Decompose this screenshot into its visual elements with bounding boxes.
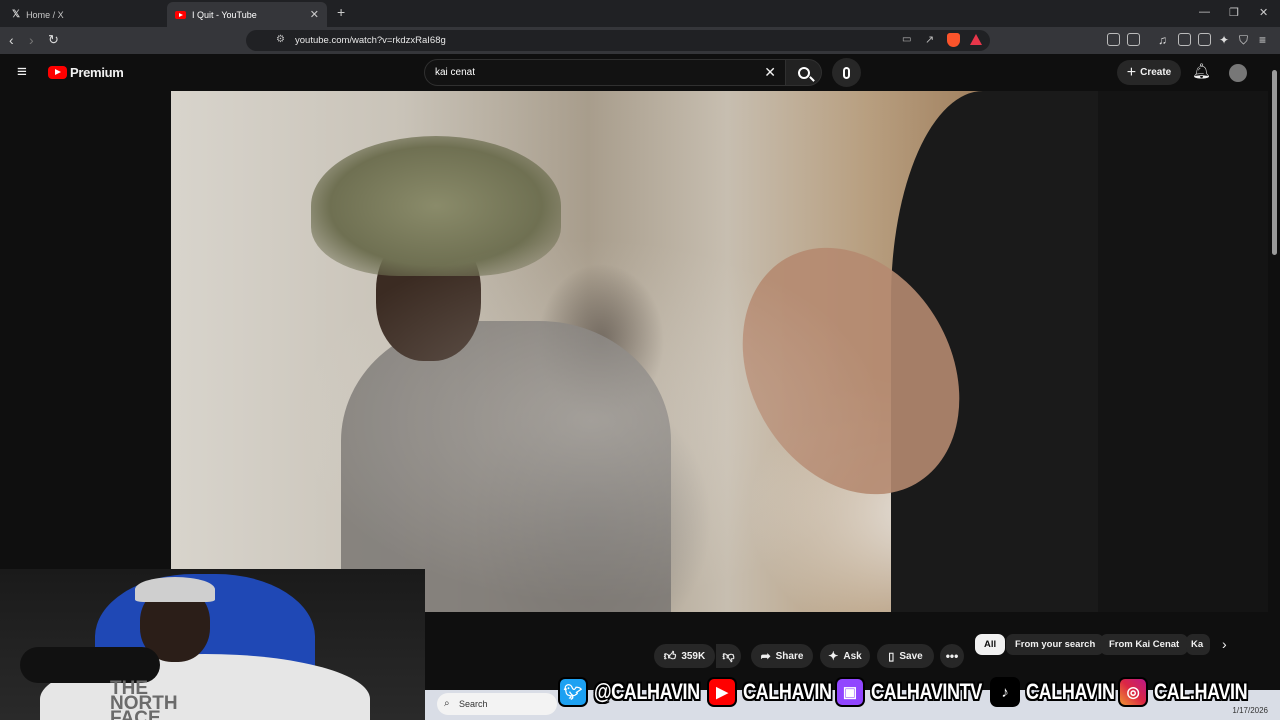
bookmark-add-icon: ▯ bbox=[888, 650, 895, 663]
twitter-handle: @CALHAVIN bbox=[594, 679, 700, 704]
taskbar-search-label: Search bbox=[459, 699, 488, 709]
minimize-icon[interactable]: — bbox=[1199, 6, 1210, 18]
chip-ka[interactable]: Ka bbox=[1186, 634, 1210, 655]
twitch-handle: CALHAVINTV bbox=[871, 679, 982, 704]
sparkle-icon: ✦ bbox=[828, 649, 839, 663]
menu-icon[interactable]: ≡ bbox=[1259, 33, 1266, 47]
taskbar-search[interactable]: ⌕ Search bbox=[437, 693, 557, 715]
search-input[interactable]: kai cenat ✕ bbox=[424, 59, 786, 86]
guide-menu-icon[interactable]: ≡ bbox=[17, 62, 27, 82]
share-button[interactable]: ➦ Share bbox=[751, 644, 813, 668]
voice-search-button[interactable] bbox=[832, 58, 861, 87]
youtube-icon bbox=[175, 10, 186, 19]
like-count: 359K bbox=[681, 650, 706, 662]
address-bar-row: ‹ › ↻ 🔖︎ ⚙ youtube.com/watch?v=rkdzxRaI6… bbox=[0, 27, 1280, 54]
sidebar-icon[interactable] bbox=[1178, 33, 1191, 46]
video-frame-steam bbox=[171, 91, 1098, 612]
tab-title: I Quit - YouTube bbox=[192, 9, 257, 20]
like-button[interactable]: 👍︎ 359K bbox=[654, 644, 715, 668]
youtube-play-icon bbox=[48, 66, 67, 79]
chip-from-your-search[interactable]: From your search bbox=[1006, 634, 1105, 655]
youtube-logo[interactable]: Premium bbox=[48, 65, 124, 80]
social-handles-overlay: 🐦︎ @CALHAVIN ▶ CALHAVIN ▣ CALHAVINTV ♪ C… bbox=[558, 674, 1280, 710]
search-query: kai cenat bbox=[435, 67, 476, 78]
taskbar-search-icon: ⌕ bbox=[444, 698, 450, 709]
wallet-icon[interactable] bbox=[1198, 33, 1211, 46]
share-label: Share bbox=[775, 650, 804, 662]
premium-label: Premium bbox=[70, 65, 124, 80]
tab-search-icon[interactable] bbox=[1127, 33, 1140, 46]
thumbs-down-icon: 👎︎ bbox=[722, 648, 735, 663]
instagram-icon: ◎ bbox=[1118, 677, 1149, 707]
share-page-icon[interactable]: ↗ bbox=[925, 33, 934, 46]
back-icon[interactable]: ‹ bbox=[9, 32, 14, 48]
ask-button[interactable]: ✦ Ask bbox=[820, 644, 870, 668]
search-button[interactable] bbox=[786, 59, 822, 86]
twitch-icon: ▣ bbox=[835, 677, 866, 707]
webcam-cap bbox=[135, 577, 215, 602]
youtube-handle: CALHAVIN bbox=[742, 679, 832, 704]
tab-home-x[interactable]: 𝕏 Home / X bbox=[4, 2, 166, 27]
restore-icon[interactable]: ❐ bbox=[1229, 6, 1239, 19]
video-player[interactable] bbox=[171, 91, 1098, 612]
create-label: Create bbox=[1140, 67, 1172, 78]
dislike-button[interactable]: 👎︎ bbox=[716, 644, 741, 668]
media-icon[interactable]: ♫ bbox=[1158, 33, 1167, 47]
youtube-header: ≡ Premium kai cenat ✕ + Create 🔔︎ bbox=[0, 54, 1280, 91]
reload-icon[interactable]: ↻ bbox=[48, 32, 59, 48]
extensions-icon[interactable] bbox=[1107, 33, 1120, 46]
webcam-shirt-logo: THE NORTH FACE bbox=[110, 678, 178, 720]
url-field[interactable]: ⚙ youtube.com/watch?v=rkdzxRaI68g ▭ ↗ bbox=[246, 30, 990, 51]
notifications-bell-icon[interactable]: 🔔︎ bbox=[1192, 62, 1211, 80]
close-tab-icon[interactable]: ✕ bbox=[310, 8, 319, 21]
twitter-icon: 🐦︎ bbox=[558, 677, 588, 707]
instagram-handle: CAL.HAVIN bbox=[1154, 679, 1248, 704]
browser-tab-bar: 𝕏 Home / X I Quit - YouTube ✕ + — ❐ ✕ bbox=[0, 0, 1280, 27]
leo-ai-icon[interactable]: ✦ bbox=[1219, 33, 1229, 47]
tab-youtube[interactable]: I Quit - YouTube ✕ bbox=[167, 2, 327, 27]
chips-next-icon[interactable]: › bbox=[1222, 636, 1227, 652]
tiktok-icon: ♪ bbox=[990, 677, 1021, 707]
x-logo-icon: 𝕏 bbox=[12, 9, 21, 20]
thumbs-up-icon: 👍︎ bbox=[663, 648, 677, 663]
share-icon: ➦ bbox=[760, 649, 771, 663]
site-info-icon[interactable]: ⚙ bbox=[276, 34, 285, 45]
brave-rewards-icon[interactable] bbox=[970, 34, 982, 45]
secondary-column bbox=[1098, 91, 1268, 612]
plus-icon: + bbox=[1126, 63, 1137, 81]
more-actions-button[interactable]: ••• bbox=[940, 644, 964, 668]
close-window-icon[interactable]: ✕ bbox=[1259, 6, 1268, 19]
ask-label: Ask bbox=[843, 650, 862, 662]
clear-search-icon[interactable]: ✕ bbox=[764, 64, 776, 81]
webcam-overlay: THE NORTH FACE bbox=[0, 569, 425, 720]
youtube-icon: ▶ bbox=[706, 677, 737, 707]
save-label: Save bbox=[899, 650, 923, 662]
save-button[interactable]: ▯ Save bbox=[877, 644, 934, 668]
vpn-icon[interactable]: ⛉ bbox=[1239, 33, 1248, 48]
url-text: youtube.com/watch?v=rkdzxRaI68g bbox=[295, 35, 446, 46]
more-icon: ••• bbox=[945, 649, 959, 663]
chip-from-kai-cenat[interactable]: From Kai Cenat bbox=[1100, 634, 1189, 655]
forward-icon[interactable]: › bbox=[29, 32, 34, 48]
search-icon bbox=[797, 66, 815, 82]
create-button[interactable]: + Create bbox=[1117, 60, 1181, 85]
tiktok-handle: CALHAVIN bbox=[1026, 679, 1115, 704]
page-scrollbar[interactable] bbox=[1272, 70, 1277, 255]
chip-all[interactable]: All bbox=[975, 634, 1006, 655]
tab-title: Home / X bbox=[26, 9, 64, 20]
microphone-icon bbox=[843, 66, 850, 79]
cast-icon[interactable]: ▭ bbox=[902, 34, 911, 45]
avatar[interactable] bbox=[1229, 64, 1247, 82]
new-tab-button[interactable]: + bbox=[337, 4, 345, 20]
brave-shield-icon[interactable] bbox=[947, 33, 960, 47]
